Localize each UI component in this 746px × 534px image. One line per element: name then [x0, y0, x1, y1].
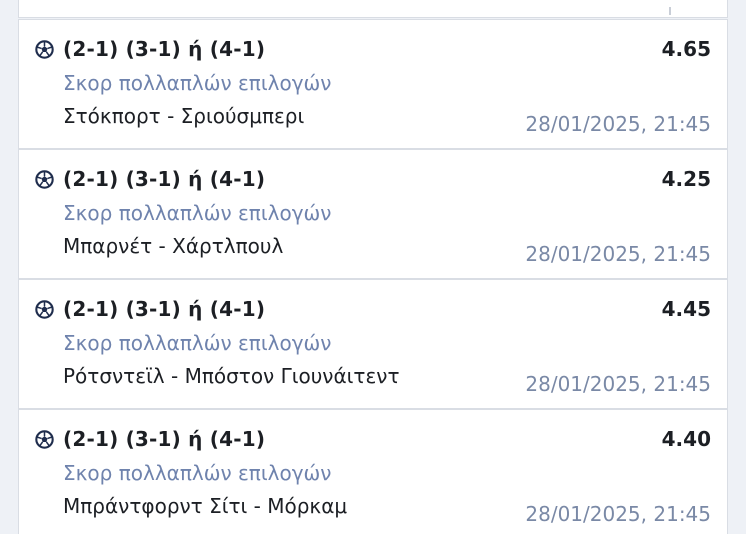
bet-title-row: (2-1) (3-1) ή (4-1) — [35, 37, 265, 61]
odds-value: 4.45 — [661, 297, 711, 321]
bet-title-row: (2-1) (3-1) ή (4-1) — [35, 297, 265, 321]
match-datetime: 28/01/2025, 21:45 — [525, 112, 711, 136]
market-label: Σκορ πολλαπλών επιλογών — [63, 201, 332, 225]
market-label: Σκορ πολλαπλών επιλογών — [63, 331, 332, 355]
bet-slip-list: (2-1) (3-1) ή (4-1) 4.65 Σκορ πολλαπλών … — [0, 0, 746, 534]
market-label: Σκορ πολλαπλών επιλογών — [63, 71, 332, 95]
selection-label: (2-1) (3-1) ή (4-1) — [63, 167, 266, 191]
bet-card[interactable]: (2-1) (3-1) ή (4-1) 4.65 Σκορ πολλαπλών … — [18, 19, 728, 149]
match-datetime: 28/01/2025, 21:45 — [525, 242, 711, 266]
match-name: Στόκπορτ - Σριούσμπερι — [63, 104, 305, 128]
odds-value: 4.40 — [661, 427, 711, 451]
bet-title-row: (2-1) (3-1) ή (4-1) — [35, 167, 265, 191]
selection-label: (2-1) (3-1) ή (4-1) — [63, 297, 266, 321]
odds-value: 4.25 — [661, 167, 711, 191]
match-datetime: 28/01/2025, 21:45 — [525, 372, 711, 396]
selection-label: (2-1) (3-1) ή (4-1) — [63, 427, 266, 451]
soccer-ball-icon — [35, 429, 54, 449]
previous-bet-card[interactable] — [18, 0, 728, 18]
selection-label: (2-1) (3-1) ή (4-1) — [63, 37, 266, 61]
bet-title-row: (2-1) (3-1) ή (4-1) — [35, 427, 265, 451]
bet-card[interactable]: (2-1) (3-1) ή (4-1) 4.25 Σκορ πολλαπλών … — [18, 149, 728, 279]
soccer-ball-icon — [35, 299, 54, 319]
divider — [669, 7, 671, 15]
match-name: Μπαρνέτ - Χάρτλπουλ — [63, 234, 284, 258]
bet-card[interactable]: (2-1) (3-1) ή (4-1) 4.45 Σκορ πολλαπλών … — [18, 279, 728, 409]
market-label: Σκορ πολλαπλών επιλογών — [63, 461, 332, 485]
soccer-ball-icon — [35, 169, 54, 189]
match-name: Ρότσντεϊλ - Μπόστον Γιουνάιτεντ — [63, 364, 400, 388]
odds-value: 4.65 — [661, 37, 711, 61]
bet-card[interactable]: (2-1) (3-1) ή (4-1) 4.40 Σκορ πολλαπλών … — [18, 409, 728, 534]
soccer-ball-icon — [35, 39, 54, 59]
match-datetime: 28/01/2025, 21:45 — [525, 502, 711, 526]
match-name: Μπράντφορντ Σίτι - Μόρκαμ — [63, 494, 348, 518]
